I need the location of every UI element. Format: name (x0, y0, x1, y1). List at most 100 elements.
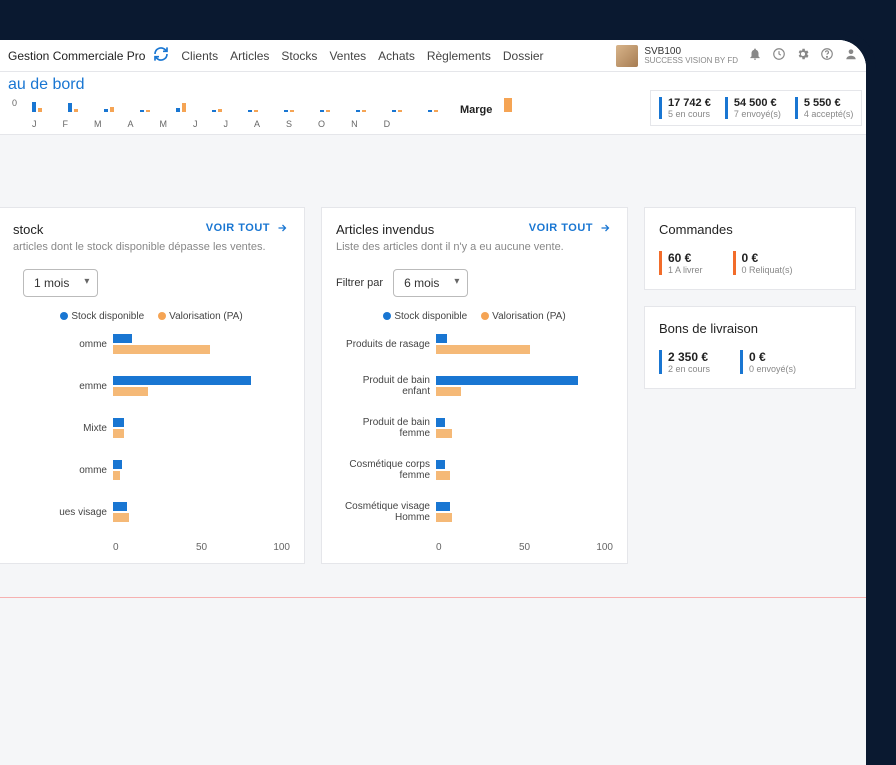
bar-stock (436, 460, 445, 469)
bar-valorisation (436, 513, 452, 522)
bar-valorisation (113, 513, 129, 522)
bar-label: omme (13, 465, 113, 476)
select-value: 6 mois (404, 276, 439, 290)
menu-dossier[interactable]: Dossier (503, 49, 544, 63)
axis-tick: 0 (436, 542, 495, 553)
kpi-sub: 4 accepté(s) (804, 109, 854, 119)
kpi-item: 0 € 0 Reliquat(s) (733, 251, 793, 275)
bar-valorisation (436, 471, 450, 480)
period-select[interactable]: 6 mois (393, 269, 468, 297)
kpi-value: 17 742 € (668, 97, 711, 109)
gear-icon[interactable] (796, 47, 810, 64)
card-title: Articles invendus (336, 222, 434, 237)
kpi-item: 5 550 € 4 accepté(s) (795, 97, 854, 119)
card-livraison: Bons de livraison 2 350 € 2 en cours 0 €… (644, 306, 856, 389)
bell-icon[interactable] (748, 47, 762, 64)
month-label: S (286, 119, 292, 129)
bar-valorisation (113, 387, 148, 396)
month-label: J (32, 119, 37, 129)
topbar: Gestion Commerciale Pro Clients Articles… (0, 40, 866, 72)
voir-tout-link[interactable]: VOIR TOUT (206, 222, 290, 234)
menu-stocks[interactable]: Stocks (281, 49, 317, 63)
kpi-item: 54 500 € 7 envoyé(s) (725, 97, 781, 119)
bar-stock (436, 334, 447, 343)
kpi-value: 60 € (668, 251, 703, 265)
arrow-right-icon (274, 222, 290, 234)
bar-stock (113, 502, 127, 511)
menu-articles[interactable]: Articles (230, 49, 269, 63)
menu-achats[interactable]: Achats (378, 49, 415, 63)
axis-tick: 0 (113, 542, 172, 553)
chart-row: Cosmétique visage Homme (336, 500, 613, 524)
legend-label: Valorisation (PA) (169, 311, 243, 322)
kpi-item: 0 € 0 envoyé(s) (740, 350, 796, 374)
bar-stock (436, 502, 450, 511)
bar-label: Produits de rasage (336, 339, 436, 350)
user-block[interactable]: SVB100 SUCCESS VISION BY FD (616, 45, 738, 67)
side-title: Commandes (659, 222, 841, 237)
month-label: J (193, 119, 198, 129)
menu-ventes[interactable]: Ventes (329, 49, 366, 63)
user-sub: SUCCESS VISION BY FD (644, 57, 738, 66)
chart-row: Produit de bain femme (336, 416, 613, 440)
chart-row: Mixte (13, 416, 290, 440)
axis-tick: 100 (231, 542, 290, 553)
chart-row: ues visage (13, 500, 290, 524)
clock-icon[interactable] (772, 47, 786, 64)
arrow-right-icon (597, 222, 613, 234)
marge-label: Marge (460, 104, 492, 116)
kpi-sub: 0 Reliquat(s) (742, 265, 793, 275)
filter-label: Filtrer par (336, 277, 383, 289)
month-label: J (224, 119, 229, 129)
kpi-sub: 5 en cours (668, 109, 711, 119)
refresh-icon[interactable] (153, 46, 169, 65)
help-icon[interactable] (820, 47, 834, 64)
month-label: N (351, 119, 358, 129)
bar-stock (113, 460, 122, 469)
invendus-chart: Produits de rasage Produit de bain enfant… (336, 332, 613, 524)
link-label: VOIR TOUT (529, 222, 593, 234)
kpi-item: 2 350 € 2 en cours (659, 350, 710, 374)
menu-clients[interactable]: Clients (181, 49, 218, 63)
chart-row: emme (13, 374, 290, 398)
app-title: Gestion Commerciale Pro (8, 49, 145, 63)
card-desc: Liste des articles dont il n'y a eu aucu… (336, 241, 613, 253)
bar-stock (113, 334, 132, 343)
axis-tick: 50 (172, 542, 231, 553)
main-menu: Clients Articles Stocks Ventes Achats Rè… (181, 49, 543, 63)
avatar (616, 45, 638, 67)
select-value: 1 mois (34, 276, 69, 290)
menu-reglements[interactable]: Règlements (427, 49, 491, 63)
divider-line (0, 597, 866, 598)
stock-chart: ommeemmeMixteommeues visage (13, 332, 290, 524)
legend-label: Valorisation (PA) (492, 311, 566, 322)
month-label: A (128, 119, 134, 129)
kpi-value: 2 350 € (668, 350, 710, 364)
month-label: D (384, 119, 391, 129)
axis-tick: 100 (554, 542, 613, 553)
bar-stock (436, 376, 578, 385)
bar-valorisation (436, 345, 530, 354)
legend-label: Stock disponible (71, 311, 144, 322)
link-label: VOIR TOUT (206, 222, 270, 234)
card-desc: articles dont le stock disponible dépass… (13, 241, 290, 253)
voir-tout-link[interactable]: VOIR TOUT (529, 222, 613, 234)
bar-stock (113, 376, 251, 385)
card-invendus: Articles invendus VOIR TOUT Liste des ar… (321, 207, 628, 564)
kpi-value: 5 550 € (804, 97, 854, 109)
chart-legend: Stock disponible Valorisation (PA) (13, 311, 290, 322)
kpi-sub: 0 envoyé(s) (749, 364, 796, 374)
user-icon[interactable] (844, 47, 858, 64)
bar-valorisation (113, 471, 120, 480)
axis-tick: 50 (495, 542, 554, 553)
kpi-sub: 7 envoyé(s) (734, 109, 781, 119)
kpi-value: 0 € (742, 251, 793, 265)
month-label: F (63, 119, 69, 129)
chart-row: Produit de bain enfant (336, 374, 613, 398)
month-label: A (254, 119, 260, 129)
period-select[interactable]: 1 mois (23, 269, 98, 297)
kpi-item: 17 742 € 5 en cours (659, 97, 711, 119)
bar-valorisation (436, 387, 461, 396)
kpi-sub: 2 en cours (668, 364, 710, 374)
month-label: O (318, 119, 325, 129)
